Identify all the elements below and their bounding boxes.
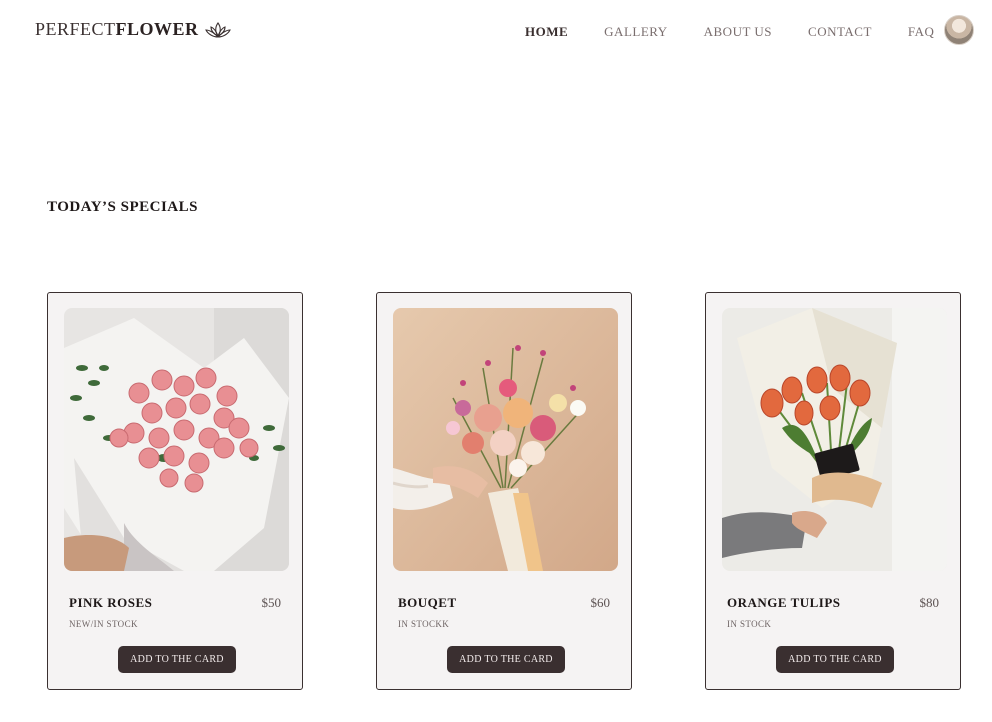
add-to-cart-button[interactable]: ADD TO THE CARD [118, 646, 236, 673]
product-image-orange-tulips[interactable] [722, 308, 947, 571]
product-stock-status: IN STOCKK [398, 619, 450, 629]
product-stock-status: IN STOCK [727, 619, 772, 629]
nav-item-faq[interactable]: FAQ [908, 24, 935, 40]
brand-name-light: PERFECT [35, 19, 116, 39]
add-to-cart-button[interactable]: ADD TO THE CARD [447, 646, 565, 673]
product-name: ORANGE TULIPS [727, 595, 841, 610]
product-image-bouqet[interactable] [393, 308, 618, 571]
lotus-icon [204, 21, 231, 39]
nav-item-about-us[interactable]: ABOUT US [704, 24, 772, 40]
add-to-cart-button[interactable]: ADD TO THE CARD [776, 646, 894, 673]
product-stock-status: NEW/IN STOCK [69, 619, 138, 629]
product-card-orange-tulips: ORANGE TULIPS $80 IN STOCK ADD TO THE CA… [705, 292, 961, 690]
product-price: $50 [261, 595, 282, 610]
brand-name-bold: FLOWER [115, 19, 199, 39]
product-name: PINK ROSES [69, 595, 153, 610]
nav-item-home[interactable]: HOME [525, 24, 568, 40]
product-card-bouqet: BOUQET $60 IN STOCKK ADD TO THE CARD [376, 292, 632, 690]
main-nav: HOME GALLERY ABOUT US CONTACT FAQ [525, 24, 970, 40]
nav-item-gallery[interactable]: GALLERY [604, 24, 667, 40]
product-image-pink-roses[interactable] [64, 308, 289, 571]
user-avatar[interactable] [944, 15, 974, 45]
product-card-pink-roses: PINK ROSES $50 NEW/IN STOCK ADD TO THE C… [47, 292, 303, 690]
product-price: $80 [919, 595, 940, 610]
brand-logo[interactable]: PERFECT FLOWER [35, 19, 231, 40]
product-name: BOUQET [398, 595, 457, 610]
section-title: TODAY’S SPECIALS [47, 199, 198, 215]
nav-item-contact[interactable]: CONTACT [808, 24, 872, 40]
product-price: $60 [590, 595, 611, 610]
